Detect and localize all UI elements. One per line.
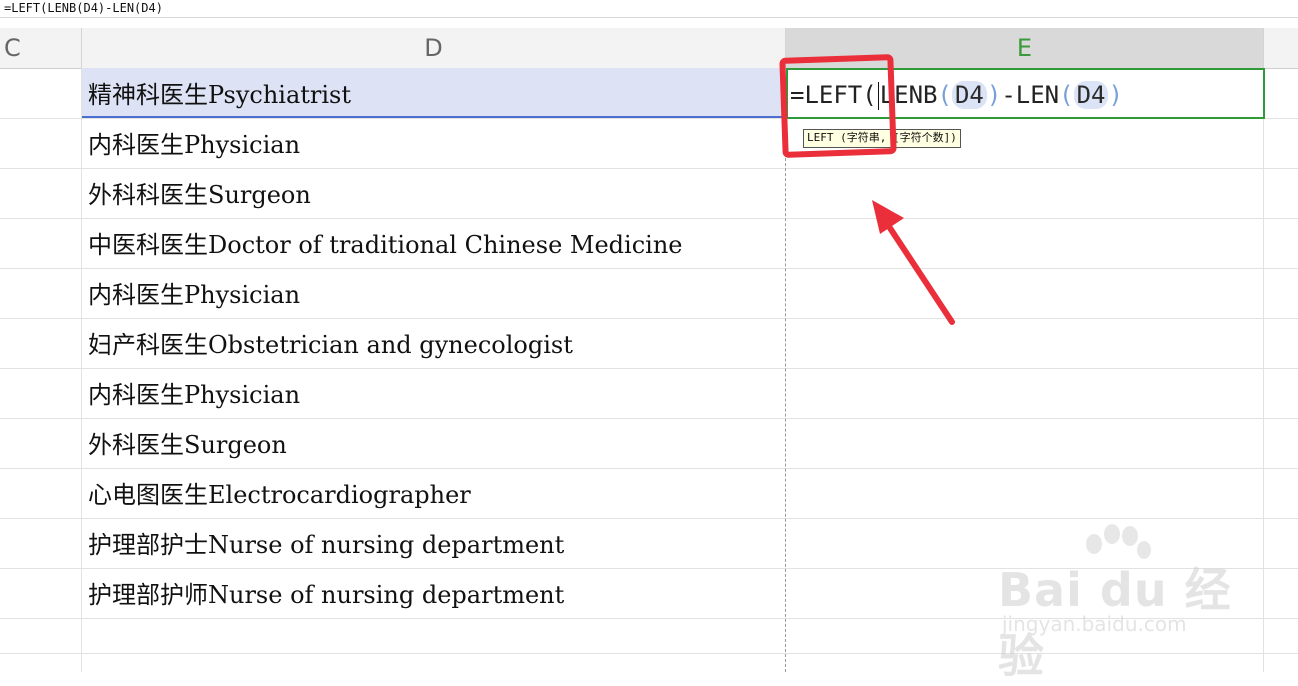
cell-d11[interactable]: 外科医生Surgeon <box>82 418 786 468</box>
cell-d8[interactable]: 内科医生Physician <box>82 268 786 318</box>
cell-reference[interactable]: D4 <box>951 81 987 109</box>
column-header-c[interactable]: C <box>0 28 82 68</box>
formula-minus-len: -LEN <box>1001 81 1060 109</box>
cell-d7[interactable]: 中医科医生Doctor of traditional Chinese Medic… <box>82 218 786 268</box>
cell-d4[interactable]: 精神科医生Psychiatrist <box>82 68 786 118</box>
cell-d12[interactable]: 心电图医生Electrocardiographer <box>82 468 786 518</box>
annotation-arrow-icon <box>872 200 955 325</box>
cell-reference[interactable]: D4 <box>1073 81 1109 109</box>
cell-d10[interactable]: 内科医生Physician <box>82 368 786 418</box>
paren-open: ( <box>1059 81 1074 109</box>
cell-d14[interactable]: 护理部护师Nurse of nursing department <box>82 568 786 618</box>
formula-bar[interactable]: =LEFT(LENB(D4)-LEN(D4) <box>0 0 1298 18</box>
cell-d13[interactable]: 护理部护士Nurse of nursing department <box>82 518 786 568</box>
column-divider <box>1263 68 1264 672</box>
column-header-d[interactable]: D <box>82 28 786 68</box>
paren-close: ) <box>986 81 1002 109</box>
cell-d9[interactable]: 妇产科医生Obstetrician and gynecologist <box>82 318 786 368</box>
cell-d5[interactable]: 内科医生Physician <box>82 118 786 168</box>
watermark: Bai du 经验 jingyan.baidu.com <box>996 524 1236 683</box>
column-headers: C D E <box>0 28 1298 69</box>
formula-bar-text: =LEFT(LENB(D4)-LEN(D4) <box>4 1 163 15</box>
annotation-highlight-box <box>779 54 897 158</box>
paren-open: ( <box>937 81 952 109</box>
watermark-url: jingyan.baidu.com <box>1002 612 1187 636</box>
paren-close: ) <box>1108 81 1123 109</box>
cell-d6[interactable]: 外科科医生Surgeon <box>82 168 786 218</box>
